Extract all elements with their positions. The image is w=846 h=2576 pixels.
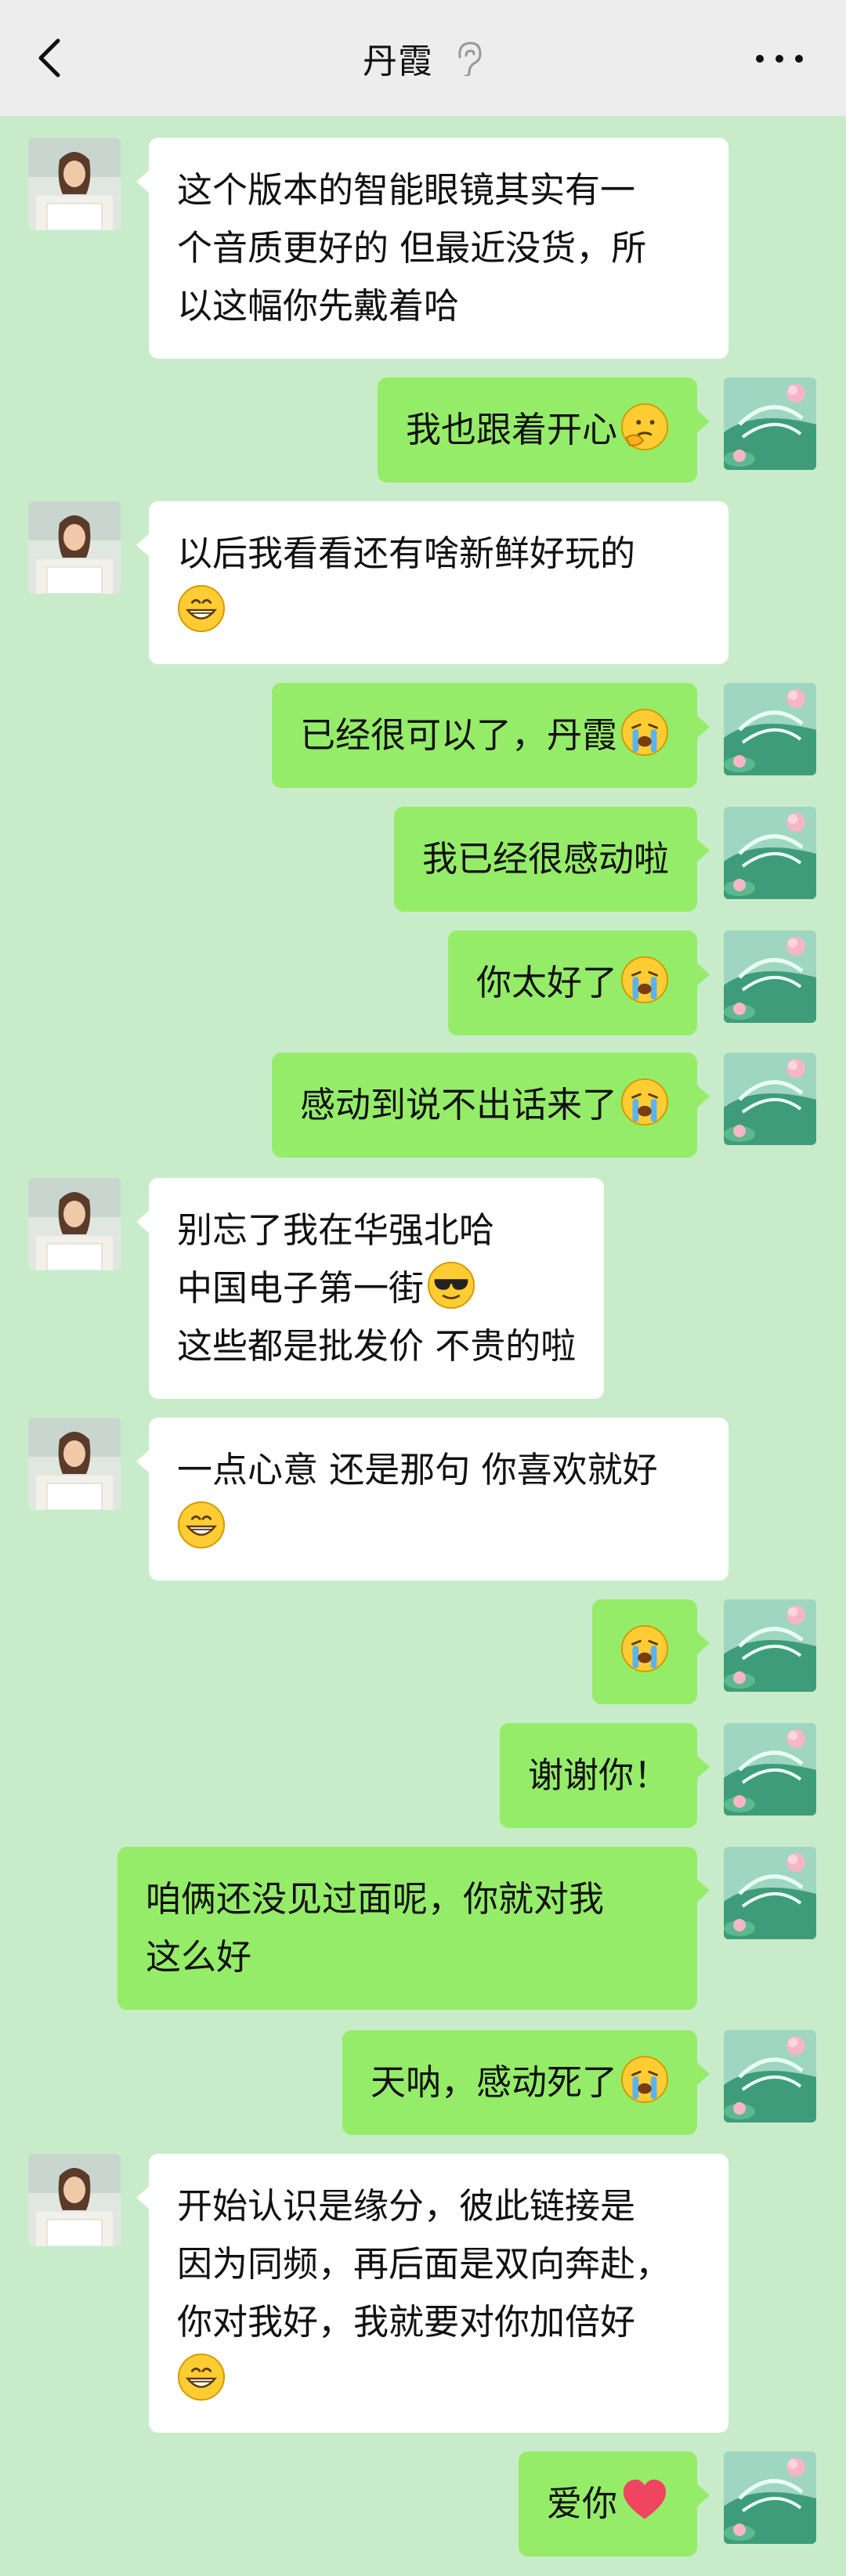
message-text: 天呐，感动死了 xyxy=(370,2061,617,2103)
grin-icon xyxy=(177,1501,226,1549)
outgoing-message-bubble[interactable]: 我已经很感动啦 xyxy=(393,807,710,912)
my-avatar[interactable] xyxy=(724,930,816,1023)
message-text: 这些都是批发价 不贵的啦 xyxy=(177,1325,577,1367)
message-text: 中国电子第一街 xyxy=(177,1267,425,1309)
message-text: 咱俩还没见过面呢，你就对我 xyxy=(146,1878,605,1920)
my-avatar[interactable] xyxy=(724,1723,816,1815)
my-avatar[interactable] xyxy=(724,378,816,470)
ear-icon xyxy=(458,42,482,76)
message-text: 以后我看看还有啥新鲜好玩的 xyxy=(177,533,636,574)
incoming-message-bubble[interactable]: 开始认识是缘分，彼此链接是 因为同频，再后面是双向奔赴， 你对我好，我就要对你加… xyxy=(136,2154,728,2433)
heart-icon xyxy=(620,2477,669,2525)
incoming-message-bubble[interactable]: 以后我看看还有啥新鲜好玩的 xyxy=(136,501,728,664)
thinking-face-icon xyxy=(620,403,669,451)
message-text: 别忘了我在华强北哈 xyxy=(177,1209,495,1251)
incoming-message-bubble[interactable]: 一点心意 还是那句 你喜欢就好 xyxy=(136,1418,728,1581)
message-text: 个音质更好的 但最近没货，所 xyxy=(177,227,647,269)
contact-avatar[interactable] xyxy=(28,1418,121,1510)
message-text: 谢谢你！ xyxy=(527,1754,669,1796)
crying-face-icon xyxy=(620,708,669,757)
sunglasses-face-icon xyxy=(427,1261,475,1310)
more-dots-icon[interactable] xyxy=(752,47,807,70)
message-text: 已经很可以了，丹霞 xyxy=(299,714,617,756)
message-text: 一点心意 还是那句 你喜欢就好 xyxy=(177,1449,658,1490)
chat-title: 丹霞 xyxy=(363,42,433,81)
incoming-message-bubble[interactable]: 别忘了我在华强北哈 中国电子第一街 这些都是批发价 不贵的啦 xyxy=(136,1178,605,1399)
outgoing-message-bubble[interactable]: 谢谢你！ xyxy=(499,1723,710,1828)
outgoing-message-bubble[interactable]: 感动到说不出话来了 xyxy=(271,1053,710,1158)
incoming-message-bubble[interactable]: 这个版本的智能眼镜其实有一 个音质更好的 但最近没货，所 以这幅你先戴着哈 xyxy=(136,138,728,359)
contact-avatar[interactable] xyxy=(28,2154,121,2246)
message-text: 这个版本的智能眼镜其实有一 xyxy=(177,169,636,211)
outgoing-message-bubble[interactable]: 你太好了 xyxy=(447,930,710,1035)
grin-icon xyxy=(177,584,226,633)
contact-avatar[interactable] xyxy=(28,138,121,230)
my-avatar[interactable] xyxy=(724,683,816,775)
my-avatar[interactable] xyxy=(724,1599,816,1692)
message-text: 这么好 xyxy=(146,1936,252,1978)
crying-face-icon xyxy=(620,2055,669,2104)
contact-avatar[interactable] xyxy=(28,1178,121,1270)
message-text: 我也跟着开心 xyxy=(405,409,617,450)
my-avatar[interactable] xyxy=(724,2451,816,2544)
grin-icon xyxy=(177,2353,226,2401)
my-avatar[interactable] xyxy=(724,1053,816,1145)
outgoing-message-bubble[interactable]: 天呐，感动死了 xyxy=(342,2030,710,2135)
outgoing-message-bubble[interactable]: 爱你 xyxy=(518,2451,710,2556)
outgoing-message-bubble[interactable]: 我也跟着开心 xyxy=(377,378,710,482)
message-text: 以这幅你先戴着哈 xyxy=(177,285,460,327)
outgoing-message-bubble[interactable]: 已经很可以了，丹霞 xyxy=(271,683,710,788)
message-text: 开始认识是缘分，彼此链接是 xyxy=(177,2185,636,2227)
contact-avatar[interactable] xyxy=(28,501,121,594)
title-bar: 丹霞 xyxy=(0,0,846,116)
outgoing-message-bubble[interactable] xyxy=(592,1599,710,1704)
crying-face-icon xyxy=(620,956,669,1004)
my-avatar[interactable] xyxy=(724,2030,816,2123)
outgoing-message-bubble[interactable]: 咱俩还没见过面呢，你就对我 这么好 xyxy=(118,1847,710,2010)
crying-face-icon xyxy=(620,1078,669,1126)
message-text: 爱你 xyxy=(546,2483,617,2524)
message-text: 你太好了 xyxy=(475,962,617,1003)
my-avatar[interactable] xyxy=(724,1847,816,1939)
message-text: 你对我好，我就要对你加倍好 xyxy=(177,2301,636,2343)
crying-face-icon xyxy=(620,1624,669,1673)
message-text: 感动到说不出话来了 xyxy=(299,1084,617,1125)
my-avatar[interactable] xyxy=(724,807,816,899)
message-text: 我已经很感动啦 xyxy=(421,838,669,880)
message-text: 因为同频，再后面是双向奔赴， xyxy=(177,2243,671,2285)
